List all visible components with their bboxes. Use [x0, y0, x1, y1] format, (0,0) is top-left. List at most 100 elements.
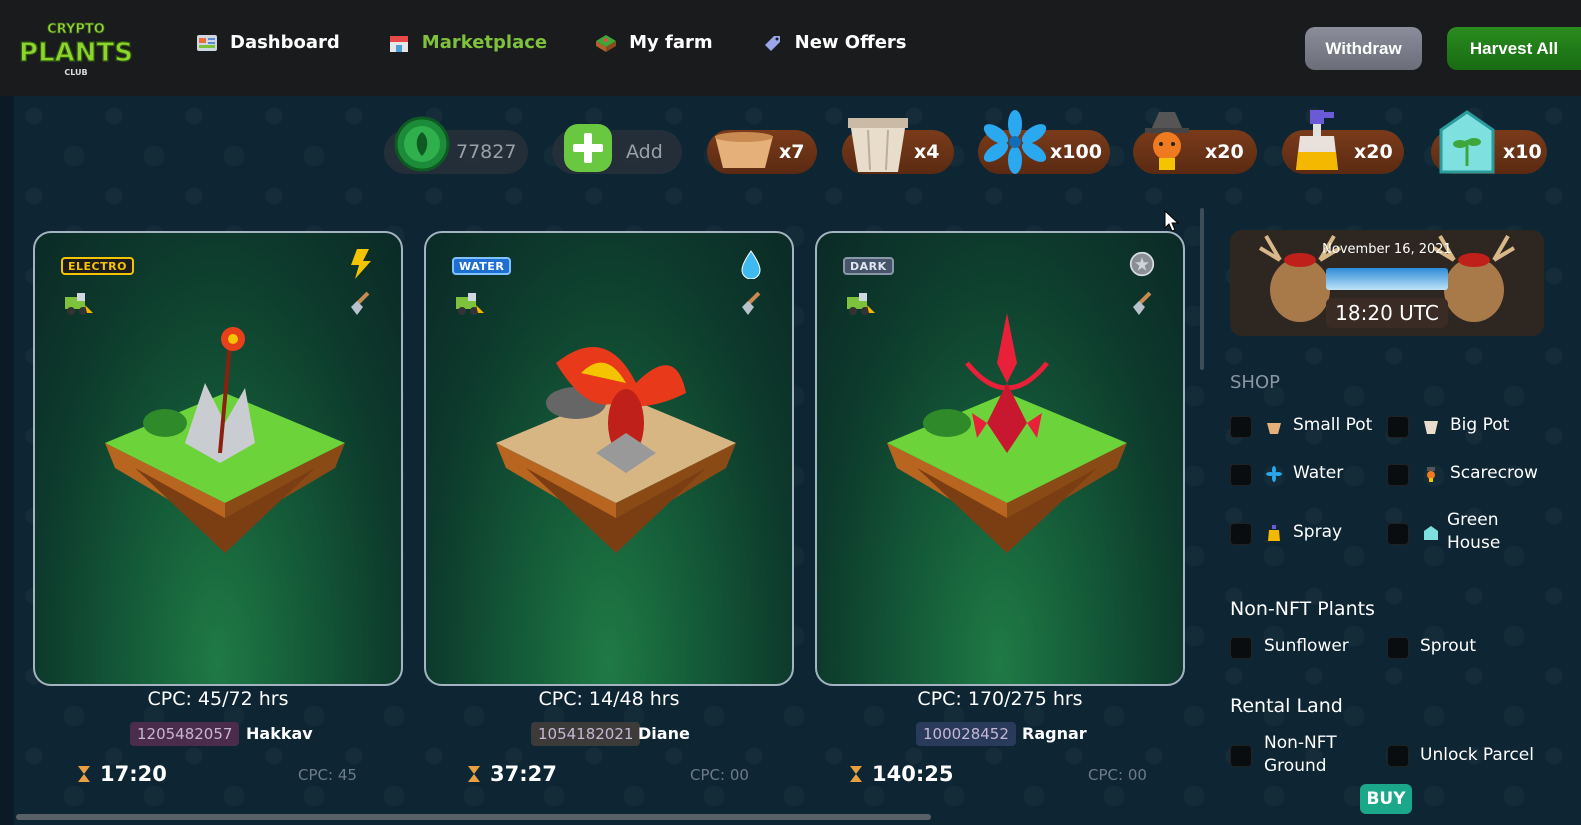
harvester-icon[interactable]	[454, 291, 486, 317]
plant-timer: 140:25	[850, 762, 953, 786]
plant-island-image	[887, 313, 1127, 553]
element-badge: WATER	[452, 257, 512, 275]
nav-marketplace[interactable]: Marketplace	[388, 32, 547, 53]
plant-owner: Ragnar	[1022, 724, 1087, 743]
crypto-plants-logo[interactable]: CRYPTO PLANTS CLUB	[16, 18, 136, 78]
plant-island-image	[496, 347, 736, 553]
greenhouse-count-label: x10	[1503, 141, 1542, 163]
sprout-label: Sprout	[1420, 636, 1477, 656]
unlock-parcel-label: Unlock Parcel	[1420, 745, 1534, 765]
spray-icon	[1268, 525, 1280, 541]
cpc-hours: CPC: 170/275 hrs	[917, 688, 1083, 710]
spray-checkbox[interactable]	[1230, 523, 1252, 545]
plant-card-electro[interactable]: ELECTRO	[33, 231, 403, 686]
plant-card-dark[interactable]: DARK	[815, 231, 1185, 686]
greenhouse-icon	[1439, 110, 1495, 174]
lightning-icon	[351, 249, 371, 279]
rental-section-title: Rental Land	[1230, 695, 1343, 717]
spray-count[interactable]: x20	[1282, 110, 1404, 174]
big-pot-count[interactable]: x4	[842, 118, 954, 174]
farm-icon	[596, 34, 617, 52]
water-count[interactable]: x100	[978, 110, 1110, 174]
buy-button[interactable]: BUY	[1360, 784, 1412, 814]
cpc-value: CPC: 00	[1088, 766, 1147, 784]
sunflower-checkbox[interactable]	[1230, 637, 1252, 659]
harvester-icon[interactable]	[63, 291, 95, 317]
mouse-cursor-icon	[1164, 210, 1180, 232]
non-nft-ground-checkbox[interactable]	[1230, 745, 1252, 767]
water-icon	[983, 110, 1047, 174]
plant-id-badge: 1205482057	[130, 722, 240, 746]
water-checkbox[interactable]	[1230, 464, 1252, 486]
sprout-checkbox[interactable]	[1387, 637, 1409, 659]
timer-value: 140:25	[872, 762, 954, 786]
plant-card-water[interactable]: WATER	[424, 231, 794, 686]
plant-timer: 37:27	[468, 762, 557, 786]
greenhouse-checkbox[interactable]	[1387, 523, 1409, 545]
timer-value: 17:20	[100, 762, 167, 786]
svg-text:PLANTS: PLANTS	[19, 38, 133, 68]
small-pot-count-label: x7	[779, 141, 805, 163]
element-badge: ELECTRO	[61, 257, 134, 275]
add-coins[interactable]: Add	[552, 124, 682, 174]
plant-id-badge: 1054182021	[531, 722, 641, 746]
dark-orb-icon	[1129, 251, 1155, 277]
svg-text:CRYPTO: CRYPTO	[47, 22, 105, 37]
nav-dashboard[interactable]: Dashboard	[196, 32, 340, 53]
spray-icon	[1296, 110, 1338, 170]
nav-dashboard-label: Dashboard	[230, 32, 340, 53]
nav-new-offers[interactable]: New Offers	[761, 32, 907, 53]
withdraw-button[interactable]: Withdraw	[1305, 27, 1422, 70]
nav-my-farm-label: My farm	[629, 32, 713, 53]
scarecrow-checkbox[interactable]	[1387, 464, 1409, 486]
hourglass-icon	[468, 766, 480, 782]
water-icon	[1266, 466, 1282, 482]
big-pot-icon	[848, 118, 908, 172]
non-nft-ground-label-line2: Ground	[1264, 756, 1327, 776]
cpc-hours: CPC: 14/48 hrs	[538, 688, 680, 710]
offers-icon	[764, 35, 780, 51]
vertical-scrollbar[interactable]	[1200, 208, 1204, 370]
non-nft-section-title: Non-NFT Plants	[1230, 598, 1375, 620]
big-pot-label: Big Pot	[1450, 415, 1510, 435]
hourglass-icon	[850, 766, 862, 782]
small-pot-count[interactable]: x7	[707, 130, 817, 174]
nav-my-farm[interactable]: My farm	[595, 32, 713, 53]
nav-new-offers-label: New Offers	[794, 32, 907, 53]
greenhouse-count[interactable]: x10	[1431, 110, 1547, 174]
scarecrow-icon	[1427, 467, 1435, 482]
coin-count: 77827	[456, 141, 517, 163]
plant-id-badge: 100028452	[916, 722, 1016, 746]
scarecrow-label: Scarecrow	[1450, 463, 1538, 483]
nav-marketplace-label: Marketplace	[421, 32, 548, 53]
svg-text:CLUB: CLUB	[64, 68, 87, 77]
unlock-parcel-checkbox[interactable]	[1387, 745, 1409, 767]
water-count-label: x100	[1050, 141, 1102, 163]
hourglass-icon	[78, 766, 90, 782]
big-pot-checkbox[interactable]	[1387, 416, 1409, 438]
small-pot-label: Small Pot	[1293, 415, 1373, 435]
harvester-icon[interactable]	[845, 291, 877, 317]
small-pot-checkbox[interactable]	[1230, 416, 1252, 438]
scarecrow-count[interactable]: x20	[1133, 112, 1257, 174]
dashboard-icon	[197, 34, 217, 51]
horizontal-scrollbar[interactable]	[16, 814, 931, 820]
spray-label: Spray	[1293, 522, 1343, 542]
time-label: 18:20 UTC	[1326, 298, 1448, 328]
water-label: Water	[1293, 463, 1344, 483]
landscape-strip	[1326, 268, 1448, 290]
date-label: November 16, 2021	[1322, 242, 1452, 257]
small-pot-icon	[1267, 423, 1281, 434]
water-drop-icon	[741, 250, 761, 279]
main-nav: Dashboard Marketplace My farm New Offers	[196, 32, 955, 53]
plant-owner: Hakkav	[246, 724, 313, 743]
sunflower-label: Sunflower	[1264, 636, 1349, 656]
plant-timer: 17:20	[78, 762, 167, 786]
cpc-hours: CPC: 45/72 hrs	[147, 688, 289, 710]
harvest-all-button[interactable]: Harvest All	[1447, 27, 1581, 70]
top-bar: CRYPTO PLANTS CLUB Dashboard Marketplace…	[0, 0, 1581, 96]
big-pot-count-label: x4	[914, 141, 940, 163]
coin-icon	[394, 116, 450, 172]
small-pot-icon	[715, 132, 773, 168]
greenhouse-label-line2: House	[1447, 533, 1501, 553]
